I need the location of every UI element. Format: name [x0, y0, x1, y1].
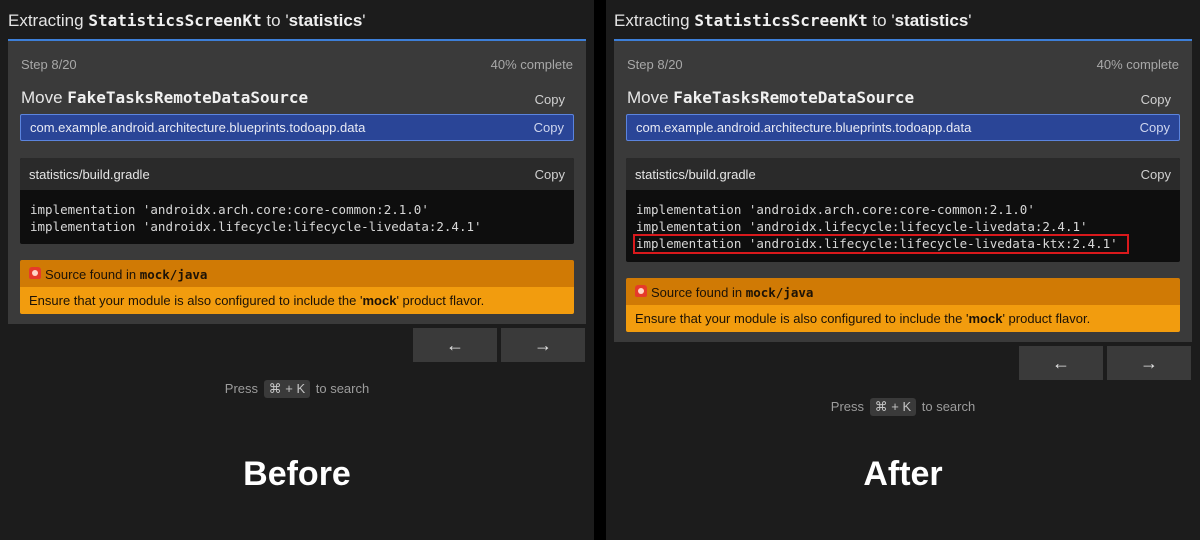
previous-step-button[interactable]: ← [413, 328, 497, 362]
siren-icon [29, 267, 41, 279]
added-line-highlight [633, 234, 1129, 254]
package-name: com.example.android.architecture.bluepri… [636, 120, 972, 135]
warning-path: mock/java [745, 285, 814, 300]
copy-package-button[interactable]: Copy [534, 120, 564, 135]
progress-label: 40% complete [490, 57, 573, 72]
move-class-name: FakeTasksRemoteDataSource [673, 88, 915, 107]
step-card: Step 8/20 40% complete Move FakeTasksRem… [614, 39, 1192, 342]
step-card: Step 8/20 40% complete Move FakeTasksRem… [8, 39, 586, 324]
title-target-module: statistics [894, 11, 969, 30]
title-class-name: StatisticsScreenKt [88, 11, 262, 30]
copy-package-button[interactable]: Copy [1140, 120, 1170, 135]
package-row: com.example.android.architecture.bluepri… [20, 114, 574, 141]
warning-header: Source found in mock/java [20, 260, 574, 287]
warning-header: Source found in mock/java [626, 278, 1180, 305]
search-shortcut-key: ⌘ + K [263, 380, 311, 398]
code-lines: implementation 'androidx.arch.core:core-… [30, 201, 482, 235]
warning-flavor: mock [362, 293, 397, 308]
before-panel: Extracting StatisticsScreenKt to 'statis… [0, 0, 594, 540]
gradle-file-name: statistics/build.gradle [635, 167, 756, 182]
gradle-file-name: statistics/build.gradle [29, 167, 150, 182]
copy-gradle-button[interactable]: Copy [535, 167, 565, 182]
move-heading: Move FakeTasksRemoteDataSource [627, 88, 915, 107]
warning-banner: Source found in mock/java Ensure that yo… [20, 260, 574, 314]
previous-step-button[interactable]: ← [1019, 346, 1103, 380]
warning-body: Ensure that your module is also configur… [626, 305, 1180, 332]
code-header: statistics/build.gradle Copy [20, 158, 574, 190]
package-row: com.example.android.architecture.bluepri… [626, 114, 1180, 141]
warning-path: mock/java [139, 267, 208, 282]
progress-label: 40% complete [1096, 57, 1179, 72]
next-step-button[interactable]: → [1107, 346, 1191, 380]
siren-icon [635, 285, 647, 297]
search-hint: Press ⌘ + K to search [224, 380, 370, 398]
warning-banner: Source found in mock/java Ensure that yo… [626, 278, 1180, 332]
code-line: implementation 'androidx.lifecycle:lifec… [30, 219, 482, 234]
search-shortcut-key: ⌘ + K [869, 398, 917, 416]
copy-class-button[interactable]: Copy [535, 92, 565, 107]
after-panel: Extracting StatisticsScreenKt to 'statis… [606, 0, 1200, 540]
title-class-name: StatisticsScreenKt [694, 11, 868, 30]
warning-flavor: mock [968, 311, 1003, 326]
code-line: implementation 'androidx.arch.core:core-… [636, 202, 1035, 217]
copy-class-button[interactable]: Copy [1141, 92, 1171, 107]
title-target-module: statistics [288, 11, 363, 30]
code-header: statistics/build.gradle Copy [626, 158, 1180, 190]
page-title: Extracting StatisticsScreenKt to 'statis… [614, 11, 972, 30]
gradle-code-block: statistics/build.gradle Copy implementat… [626, 158, 1180, 262]
step-counter: Step 8/20 [21, 57, 77, 72]
copy-gradle-button[interactable]: Copy [1141, 167, 1171, 182]
code-line: implementation 'androidx.arch.core:core-… [30, 202, 429, 217]
warning-body: Ensure that your module is also configur… [20, 287, 574, 314]
comparison-label: Before [243, 455, 351, 493]
step-counter: Step 8/20 [627, 57, 683, 72]
move-heading: Move FakeTasksRemoteDataSource [21, 88, 309, 107]
gradle-code-block: statistics/build.gradle Copy implementat… [20, 158, 574, 244]
search-hint: Press ⌘ + K to search [830, 398, 976, 416]
package-name: com.example.android.architecture.bluepri… [30, 120, 366, 135]
code-line: implementation 'androidx.lifecycle:lifec… [636, 219, 1088, 234]
comparison-label: After [863, 455, 943, 493]
next-step-button[interactable]: → [501, 328, 585, 362]
page-title: Extracting StatisticsScreenKt to 'statis… [8, 11, 366, 30]
move-class-name: FakeTasksRemoteDataSource [67, 88, 309, 107]
